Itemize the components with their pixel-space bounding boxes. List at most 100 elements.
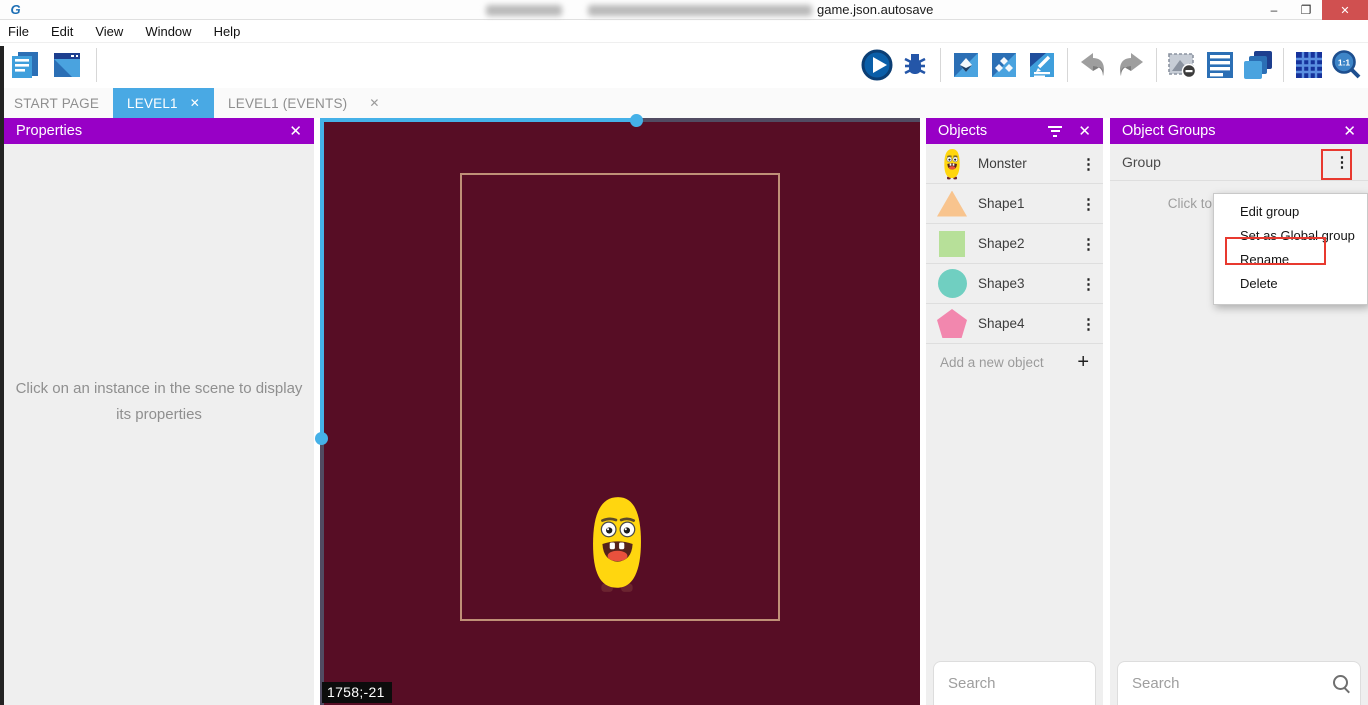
objects-panel-header: Objects ✕: [926, 118, 1103, 144]
scene-guide-left-bottom: [320, 438, 324, 705]
redacted-path-segment: [486, 5, 562, 16]
monster-instance[interactable]: [578, 494, 656, 594]
toolbar-separator: [1283, 48, 1284, 82]
groups-panel-header: Object Groups ✕: [1110, 118, 1368, 144]
menu-window[interactable]: Window: [145, 24, 191, 39]
pink-pentagon-icon: [926, 309, 978, 338]
object-name: Shape2: [978, 236, 1075, 251]
more-options-icon[interactable]: ⋮: [1075, 275, 1103, 293]
scene-guide-top-right: [636, 118, 920, 122]
redacted-path-segment: [588, 5, 812, 16]
tab-label: START PAGE: [14, 96, 99, 111]
guide-handle-top[interactable]: [630, 114, 643, 127]
play-icon[interactable]: [860, 48, 894, 82]
orange-triangle-icon: [926, 191, 978, 217]
window-title: game.json.autosave: [817, 2, 933, 17]
undo-icon[interactable]: [1076, 48, 1110, 82]
annotation-box-more-options: [1321, 149, 1352, 180]
grid-icon[interactable]: [1292, 48, 1326, 82]
toolbar-separator: [1067, 48, 1068, 82]
object-row-shape2[interactable]: Shape2 ⋮: [926, 224, 1103, 264]
add-object-label: Add a new object: [940, 355, 1077, 370]
object-row-shape1[interactable]: Shape1 ⋮: [926, 184, 1103, 224]
menu-view[interactable]: View: [95, 24, 123, 39]
cursor-coordinates: 1758;-21: [322, 682, 392, 703]
scene-guide-left: [320, 118, 324, 438]
svg-text:1:1: 1:1: [1338, 58, 1351, 68]
guide-handle-left[interactable]: [315, 432, 328, 445]
panel-title: Objects: [938, 123, 1046, 139]
project-manager-icon[interactable]: [8, 48, 42, 82]
groups-hint-text: Click to: [1110, 196, 1212, 211]
search-icon[interactable]: [1331, 673, 1353, 695]
menu-bar: File Edit View Window Help: [0, 21, 1368, 43]
toolbar: 1:1: [0, 43, 1368, 88]
groups-search-input[interactable]: [1118, 675, 1331, 692]
panel-title: Object Groups: [1122, 123, 1343, 139]
menu-item-edit-group[interactable]: Edit group: [1214, 200, 1367, 224]
toolbar-separator: [940, 48, 941, 82]
object-name: Shape4: [978, 316, 1075, 331]
tab-start-page[interactable]: START PAGE: [0, 88, 113, 118]
plus-icon: +: [1077, 351, 1089, 374]
properties-panel: Properties ✕ Click on an instance in the…: [4, 118, 314, 705]
objects-list-icon[interactable]: [1203, 48, 1237, 82]
close-panel-icon[interactable]: ✕: [1343, 122, 1356, 140]
tab-level1-events[interactable]: LEVEL1 (EVENTS): [214, 88, 361, 118]
panel-title: Properties: [16, 123, 289, 139]
toolbar-separator: [96, 48, 97, 82]
add-new-object-button[interactable]: Add a new object +: [926, 344, 1103, 380]
objects-file-icon[interactable]: [949, 48, 983, 82]
scene-window-icon[interactable]: [50, 48, 84, 82]
object-name: Shape3: [978, 276, 1075, 291]
monster-thumbnail-icon: [926, 148, 978, 180]
zoom-1-1-icon[interactable]: 1:1: [1330, 48, 1364, 82]
toolbar-separator: [1156, 48, 1157, 82]
objects-panel: Objects ✕ Monster ⋮ Shape1 ⋮ Shape2 ⋮: [926, 118, 1103, 705]
minimize-button[interactable]: –: [1258, 0, 1290, 20]
object-row-shape4[interactable]: Shape4 ⋮: [926, 304, 1103, 344]
filter-icon[interactable]: [1046, 126, 1064, 137]
edit-file-icon[interactable]: [1025, 48, 1059, 82]
object-groups-panel: Object Groups ✕ Group ⋮ Click to Edit gr…: [1110, 118, 1368, 705]
mask-delete-icon[interactable]: [1165, 48, 1199, 82]
redo-icon[interactable]: [1114, 48, 1148, 82]
groups-search-box[interactable]: [1117, 661, 1361, 705]
scene-guide-top: [320, 118, 636, 122]
object-row-monster[interactable]: Monster ⋮: [926, 144, 1103, 184]
object-row-shape3[interactable]: Shape3 ⋮: [926, 264, 1103, 304]
debug-icon[interactable]: [898, 48, 932, 82]
more-options-icon[interactable]: ⋮: [1075, 155, 1103, 173]
tab-label: LEVEL1 (EVENTS): [228, 96, 347, 111]
more-options-icon[interactable]: ⋮: [1075, 235, 1103, 253]
layers-icon[interactable]: [1241, 48, 1275, 82]
close-panel-icon[interactable]: ✕: [289, 122, 302, 140]
menu-edit[interactable]: Edit: [51, 24, 73, 39]
tab-close-icon[interactable]: ✕: [190, 96, 200, 110]
properties-panel-header: Properties ✕: [4, 118, 314, 144]
menu-help[interactable]: Help: [214, 24, 241, 39]
tab-bar: START PAGE LEVEL1 ✕ LEVEL1 (EVENTS) ✕: [0, 88, 1368, 118]
teal-circle-icon: [926, 269, 978, 298]
object-name: Monster: [978, 156, 1075, 171]
green-square-icon: [926, 231, 978, 257]
tab-label: LEVEL1: [127, 96, 178, 111]
annotation-box-rename: [1225, 237, 1326, 265]
close-panel-icon[interactable]: ✕: [1078, 122, 1091, 140]
object-name: Shape1: [978, 196, 1075, 211]
title-bar: G game.json.autosave – ❐ ✕: [0, 0, 1368, 20]
objects-search-box[interactable]: [933, 661, 1096, 705]
gdevelop-window: G game.json.autosave – ❐ ✕ File Edit Vie…: [0, 0, 1368, 705]
more-options-icon[interactable]: ⋮: [1075, 315, 1103, 333]
scene-canvas[interactable]: 1758;-21: [320, 118, 920, 705]
menu-item-delete[interactable]: Delete: [1214, 272, 1367, 296]
close-button[interactable]: ✕: [1322, 0, 1368, 20]
app-logo-icon: G: [8, 2, 23, 17]
tab-level1[interactable]: LEVEL1 ✕: [113, 88, 214, 118]
maximize-button[interactable]: ❐: [1290, 0, 1322, 20]
menu-file[interactable]: File: [8, 24, 29, 39]
instances-file-icon[interactable]: [987, 48, 1021, 82]
properties-empty-message: Click on an instance in the scene to dis…: [14, 376, 304, 427]
more-options-icon[interactable]: ⋮: [1075, 195, 1103, 213]
tab-close-icon[interactable]: ✕: [361, 88, 387, 118]
